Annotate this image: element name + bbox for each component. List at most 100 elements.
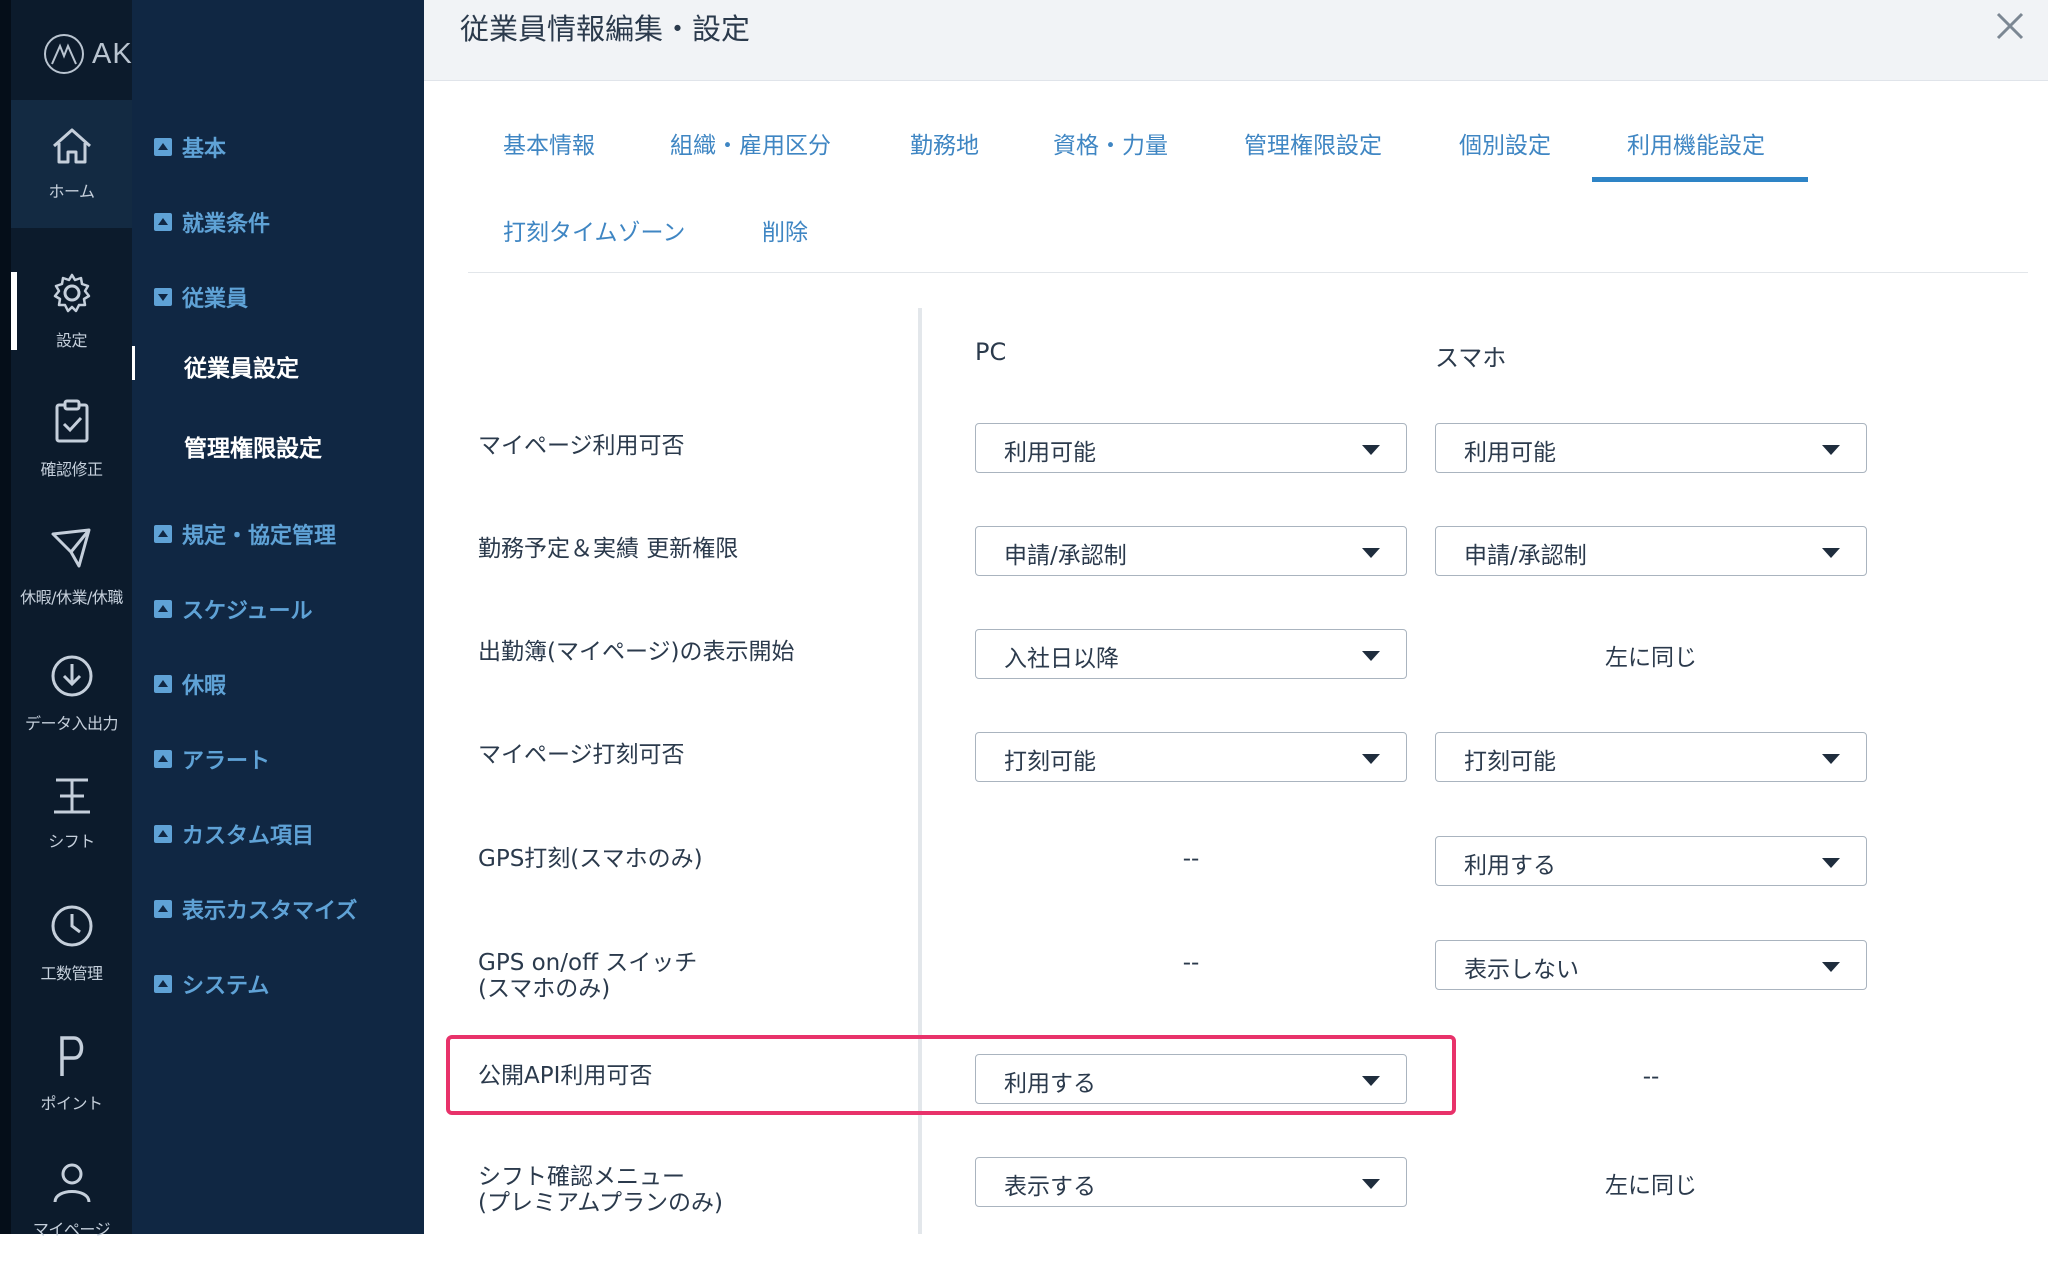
row-label-line2: (プレミアムプランのみ)	[478, 1190, 723, 1216]
rail-label-points: ポイント	[40, 1094, 103, 1113]
rail-item-mypage[interactable]: マイページ	[11, 1136, 132, 1264]
static-public-api-sp: --	[1642, 1064, 1660, 1090]
rail-item-leave[interactable]: 休暇/休業/休職	[11, 503, 132, 631]
tab-feature-settings[interactable]: 利用機能設定	[1627, 126, 1765, 160]
submenu-label: スケジュール	[182, 599, 313, 624]
shift-icon	[53, 778, 90, 814]
collapse-toggle-icon	[154, 138, 172, 156]
chevron-down-icon	[1822, 548, 1840, 558]
collapse-toggle-icon	[154, 675, 172, 693]
select-mypage-access-sp[interactable]: 利用可能	[1435, 423, 1867, 473]
rail-label-home: ホーム	[48, 182, 95, 201]
static-gps-clock-pc: --	[1182, 846, 1200, 872]
rail-label-leave: 休暇/休業/休職	[20, 588, 123, 607]
select-mypage-clock-pc[interactable]: 打刻可能	[975, 732, 1407, 782]
collapse-toggle-icon	[154, 525, 172, 543]
rail-item-settings[interactable]: 設定	[11, 247, 132, 375]
collapse-toggle-icon	[154, 750, 172, 768]
select-update-permission-pc[interactable]: 申請/承認制	[975, 526, 1407, 576]
chevron-down-icon	[1362, 445, 1380, 455]
select-mypage-access-pc[interactable]: 利用可能	[975, 423, 1407, 473]
active-tab-indicator	[1592, 177, 1808, 182]
rail-label-data-io: データ入出力	[24, 714, 119, 733]
submenu-item-custom-fields[interactable]: カスタム項目	[154, 818, 314, 850]
tab-basic-info[interactable]: 基本情報	[503, 126, 595, 160]
gear-icon	[53, 273, 90, 313]
expand-toggle-icon	[154, 288, 172, 306]
row-label-line2: (スマホのみ)	[478, 976, 611, 1002]
submenu-item-display-customize[interactable]: 表示カスタマイズ	[154, 893, 357, 925]
submenu-label: アラート	[182, 749, 271, 774]
tab-workplace[interactable]: 勤務地	[910, 126, 979, 160]
main-panel: 従業員情報編集・設定 基本情報 組織・雇用区分 勤務地 資格・力量 管理権限設定…	[424, 0, 2048, 1234]
submenu-item-alert[interactable]: アラート	[154, 743, 270, 775]
submenu-label: カスタム項目	[182, 824, 315, 849]
rail-item-man-hours[interactable]: 工数管理	[11, 880, 132, 1008]
chevron-down-icon	[1362, 754, 1380, 764]
chevron-down-icon	[1822, 445, 1840, 455]
rail-item-review[interactable]: 確認修正	[11, 375, 132, 503]
submenu-label: 従業員	[182, 287, 249, 312]
tab-organization[interactable]: 組織・雇用区分	[670, 126, 831, 160]
chevron-down-icon	[1362, 1179, 1380, 1189]
close-icon[interactable]	[1992, 8, 2028, 44]
submenu-child-admin-permissions[interactable]: 管理権限設定	[184, 429, 322, 463]
submenu-item-rules[interactable]: 規定・協定管理	[154, 518, 336, 550]
submenu-item-employees[interactable]: 従業員	[154, 281, 248, 313]
select-attendance-start-pc[interactable]: 入社日以降	[975, 629, 1407, 679]
select-value: 利用可能	[1464, 440, 1556, 466]
select-public-api-pc[interactable]: 利用する	[975, 1054, 1407, 1104]
chevron-down-icon	[1822, 754, 1840, 764]
select-update-permission-sp[interactable]: 申請/承認制	[1435, 526, 1867, 576]
rail-item-data-io[interactable]: データ入出力	[11, 630, 132, 758]
rail-edge	[0, 0, 11, 1234]
chevron-down-icon	[1822, 962, 1840, 972]
collapse-toggle-icon	[154, 825, 172, 843]
icon-rail: AKASHI ホーム 設定 確認修正 休暇/休業/休職	[0, 0, 203, 1239]
rail-label-shift: シフト	[48, 832, 95, 851]
select-value: 表示しない	[1464, 957, 1579, 983]
submenu-label: 基本	[182, 137, 227, 162]
point-icon	[59, 1036, 83, 1076]
submenu-item-system[interactable]: システム	[154, 968, 269, 1000]
page-title: 従業員情報編集・設定	[460, 12, 751, 46]
select-value: 利用する	[1004, 1071, 1096, 1097]
rail-item-home[interactable]: ホーム	[11, 100, 132, 228]
row-label-gps-clock: GPS打刻(スマホのみ)	[478, 846, 703, 872]
submenu-active-marker	[132, 346, 135, 380]
static-attendance-start-sp: 左に同じ	[1605, 645, 1697, 671]
tab-admin-permissions[interactable]: 管理権限設定	[1244, 126, 1382, 160]
collapse-toggle-icon	[154, 975, 172, 993]
chevron-down-icon	[1362, 1076, 1380, 1086]
tab-delete[interactable]: 削除	[762, 213, 808, 247]
select-mypage-clock-sp[interactable]: 打刻可能	[1435, 732, 1867, 782]
select-gps-switch-sp[interactable]: 表示しない	[1435, 940, 1867, 990]
chevron-down-icon	[1362, 548, 1380, 558]
submenu-child-employee-settings[interactable]: 従業員設定	[184, 349, 299, 383]
submenu-item-schedule[interactable]: スケジュール	[154, 593, 312, 625]
row-label-gps-switch: GPS on/off スイッチ (スマホのみ)	[478, 950, 697, 1002]
select-value: 利用する	[1464, 853, 1556, 879]
column-header-pc: PC	[975, 338, 1007, 366]
select-value: 利用可能	[1004, 440, 1096, 466]
select-shift-menu-pc[interactable]: 表示する	[975, 1157, 1407, 1207]
rail-item-points[interactable]: ポイント	[11, 1010, 132, 1138]
select-gps-clock-sp[interactable]: 利用する	[1435, 836, 1867, 886]
rail-label-mypage: マイページ	[32, 1220, 111, 1239]
tab-timezone[interactable]: 打刻タイムゾーン	[503, 213, 685, 247]
submenu-item-work-conditions[interactable]: 就業条件	[154, 206, 270, 238]
settings-submenu: 基本 就業条件 従業員 従業員設定 管理権限設定 規定・協定管理 スケジュール …	[132, 0, 424, 1234]
rail-label-man-hours: 工数管理	[40, 964, 103, 983]
tab-individual[interactable]: 個別設定	[1459, 126, 1551, 160]
rail-item-shift[interactable]: シフト	[11, 750, 132, 878]
submenu-item-basic[interactable]: 基本	[154, 131, 226, 163]
chevron-down-icon	[1822, 858, 1840, 868]
submenu-item-leave[interactable]: 休暇	[154, 668, 226, 700]
submenu-label: 規定・協定管理	[182, 524, 337, 549]
row-label-shift-menu: シフト確認メニュー (プレミアムプランのみ)	[478, 1164, 723, 1216]
tab-qualifications[interactable]: 資格・力量	[1053, 126, 1168, 160]
collapse-toggle-icon	[154, 213, 172, 231]
row-label-mypage-access: マイページ利用可否	[478, 433, 685, 459]
collapse-toggle-icon	[154, 600, 172, 618]
dialog-header: 従業員情報編集・設定	[424, 0, 2048, 81]
